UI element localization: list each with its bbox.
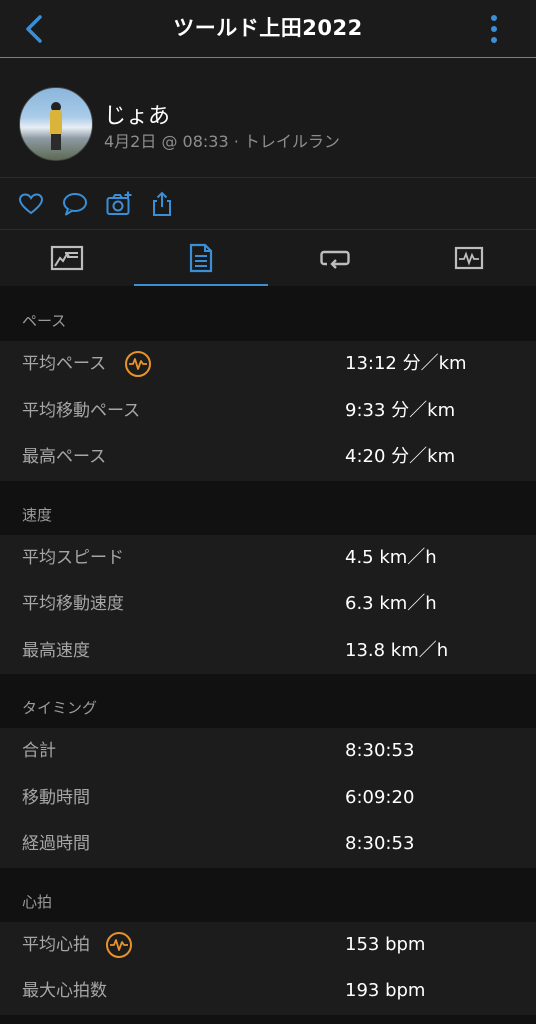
stat-row: 最高速度 13.8 km／h (0, 628, 536, 675)
stat-value: 4:20 分／km (345, 446, 456, 467)
stat-row: 平均移動ペース 9:33 分／km (0, 388, 536, 435)
section-heart-rate: 平均心拍 153 bpm 最大心拍数 193 bpm (0, 921, 536, 1015)
stat-value: 153 bpm (345, 933, 426, 955)
overview-icon (50, 245, 84, 271)
comment-icon (63, 193, 87, 216)
share-icon (153, 191, 171, 216)
section-header-speed: 速度 (0, 480, 536, 535)
activity-tabs (0, 229, 536, 287)
stat-label: 平均ペース (22, 354, 107, 374)
tab-charts[interactable] (402, 230, 536, 286)
stat-value: 4.5 km／h (345, 546, 437, 568)
add-photo-icon (106, 191, 132, 215)
activity-meta: 4月2日 @ 08:33 · トレイルラン (104, 132, 340, 151)
stats-list: ペース 平均ペース 13:12 分／km 平均移動ペース 9:33 分／km 最… (0, 286, 536, 1015)
top-bar: ツールド上田2022 (0, 0, 536, 58)
stat-value: 193 bpm (345, 980, 426, 1001)
stat-row: 最大心拍数 193 bpm (0, 968, 536, 1015)
tab-overview[interactable] (0, 230, 134, 286)
stat-value: 8:30:53 (345, 833, 415, 854)
stat-value: 13:12 分／km (345, 353, 467, 374)
section-header-pace: ペース (0, 286, 536, 341)
stat-label: 平均心拍 (22, 934, 90, 955)
details-list-icon (189, 243, 213, 273)
avatar-person-legs (51, 134, 61, 150)
stat-label: 移動時間 (22, 787, 90, 808)
activity-owner: じょあ 4月2日 @ 08:33 · トレイルラン (0, 58, 536, 178)
stat-row: 平均心拍 153 bpm (0, 922, 536, 969)
action-bar (0, 178, 536, 229)
avatar-person-body (50, 110, 62, 136)
heart-icon (18, 193, 44, 215)
heart-rate-badge-icon[interactable] (125, 351, 151, 377)
section-title: 心拍 (22, 892, 53, 911)
heart-rate-badge-icon[interactable] (106, 931, 132, 958)
section-title: ペース (22, 312, 67, 330)
stat-label: 平均スピード (22, 547, 124, 568)
tab-details[interactable] (134, 230, 268, 287)
stat-label: 最高速度 (22, 640, 90, 661)
stat-row: 経過時間 8:30:53 (0, 821, 536, 868)
add-photo-button[interactable] (105, 190, 133, 218)
section-pace: 平均ペース 13:12 分／km 平均移動ペース 9:33 分／km 最高ペース… (0, 341, 536, 481)
stat-label: 最高ペース (22, 447, 107, 467)
stat-value: 13.8 km／h (345, 639, 449, 661)
stat-label: 平均移動速度 (22, 594, 124, 614)
stat-label: 平均移動ペース (22, 400, 141, 421)
username[interactable]: じょあ (104, 98, 170, 130)
section-title: タイミング (22, 699, 98, 717)
stat-label: 合計 (22, 741, 56, 761)
share-button[interactable] (148, 190, 176, 218)
section-speed: 平均スピード 4.5 km／h 平均移動速度 6.3 km／h 最高速度 13.… (0, 534, 536, 675)
stat-value: 8:30:53 (345, 740, 415, 761)
stat-row: 平均ペース 13:12 分／km (0, 341, 536, 388)
stat-value: 6:09:20 (345, 786, 415, 808)
section-timing: 合計 8:30:53 移動時間 6:09:20 経過時間 8:30:53 (0, 728, 536, 868)
section-header-heart-rate: 心拍 (0, 867, 536, 922)
stat-label: 最大心拍数 (22, 981, 107, 1001)
avatar[interactable] (19, 87, 93, 161)
page-title: ツールド上田2022 (173, 16, 363, 40)
laps-icon (320, 250, 350, 269)
stat-row: 合計 8:30:53 (0, 728, 536, 775)
section-header-timing: タイミング (0, 674, 536, 728)
stat-row: 移動時間 6:09:20 (0, 775, 536, 822)
comment-button[interactable] (61, 190, 89, 218)
stat-row: 平均移動速度 6.3 km／h (0, 581, 536, 628)
more-vertical-icon (491, 15, 497, 43)
more-menu-button[interactable] (484, 13, 504, 45)
section-title: 速度 (22, 505, 53, 524)
like-button[interactable] (17, 190, 45, 218)
stat-value: 6.3 km／h (345, 593, 437, 614)
tab-laps[interactable] (268, 230, 402, 286)
stat-value: 9:33 分／km (345, 399, 456, 421)
stat-label: 経過時間 (22, 834, 90, 854)
charts-icon (454, 246, 484, 270)
stat-row: 平均スピード 4.5 km／h (0, 535, 536, 582)
stat-row: 最高ペース 4:20 分／km (0, 434, 536, 481)
